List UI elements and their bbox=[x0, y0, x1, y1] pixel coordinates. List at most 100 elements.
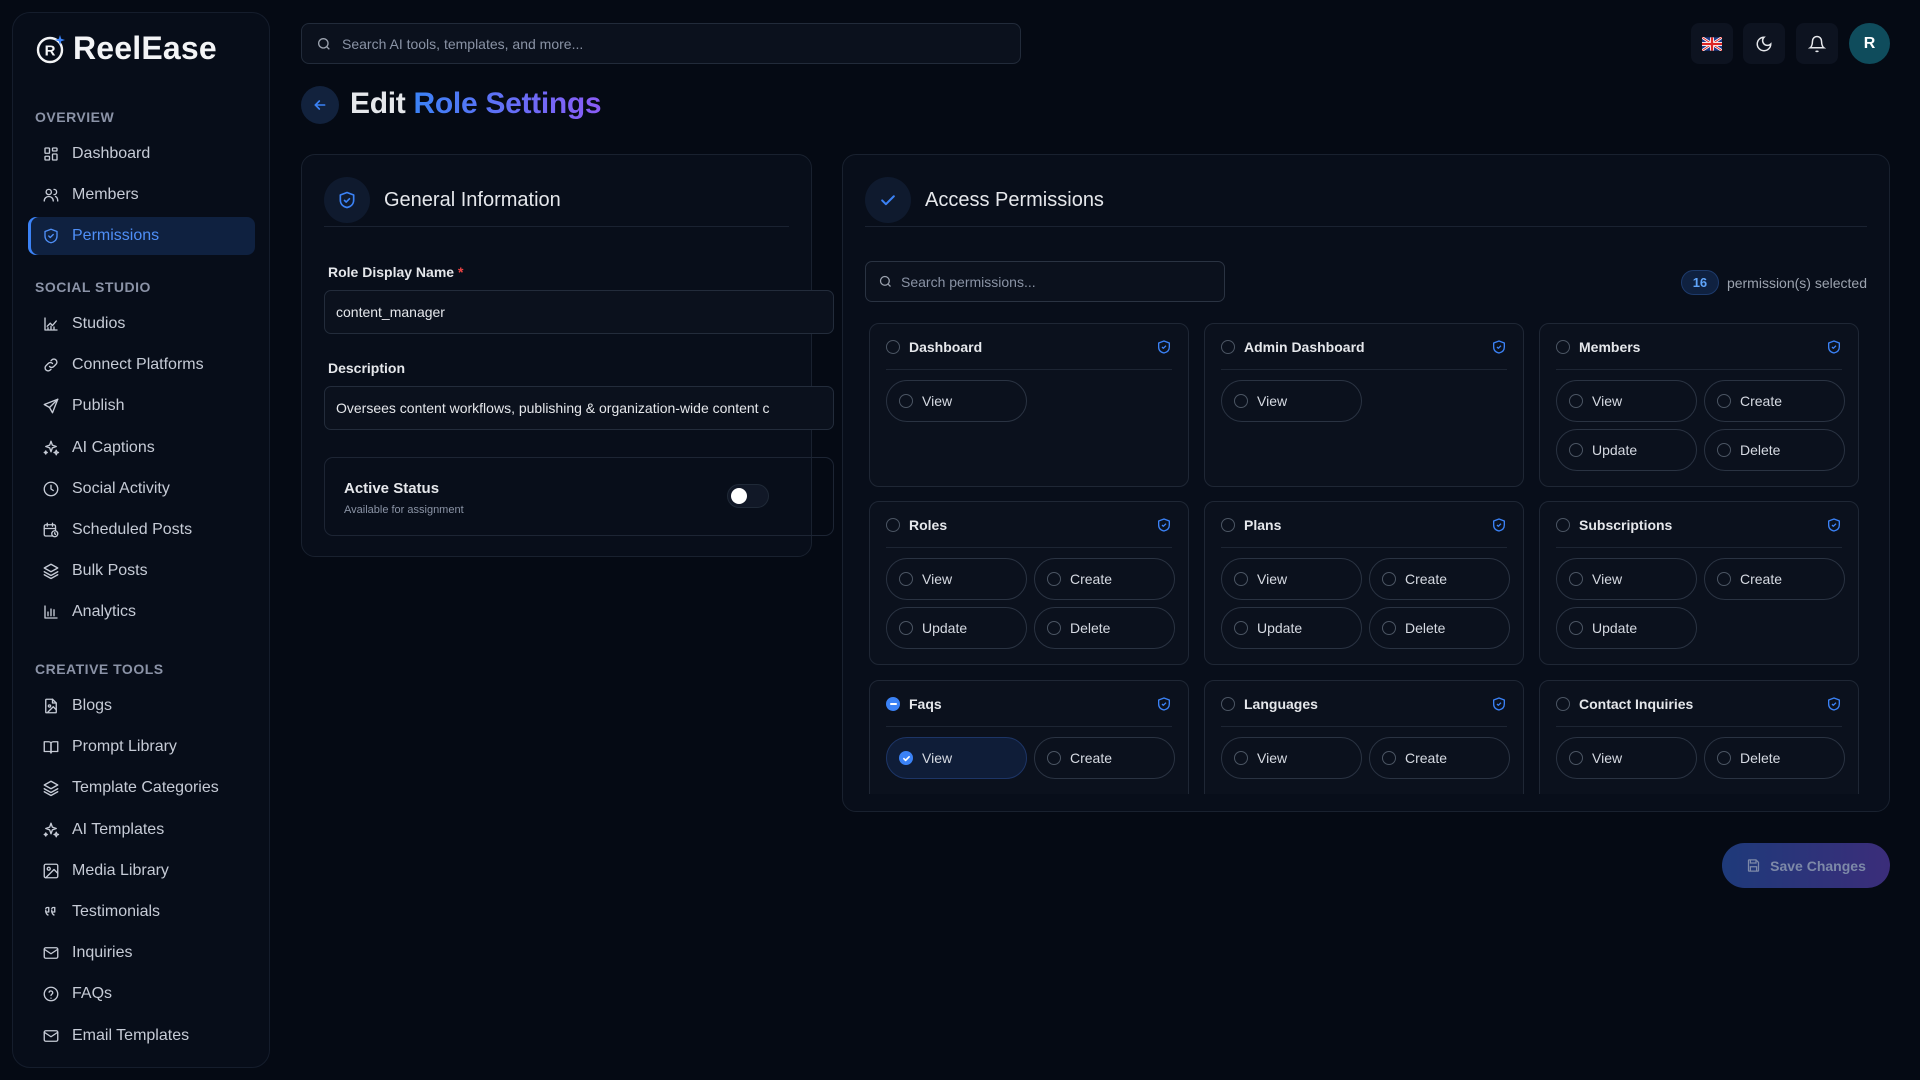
permission-delete-toggle[interactable]: Delete bbox=[1704, 737, 1845, 779]
permission-view-toggle[interactable]: View bbox=[1221, 737, 1362, 779]
layers-icon bbox=[43, 780, 59, 797]
sidebar-item-connect-platforms[interactable]: Connect Platforms bbox=[28, 346, 255, 384]
permission-delete-toggle[interactable]: Delete bbox=[1369, 607, 1510, 649]
book-icon bbox=[43, 741, 59, 754]
shield-check-icon bbox=[1158, 517, 1170, 532]
permissions-search[interactable] bbox=[865, 261, 1225, 302]
save-changes-label: Save Changes bbox=[1770, 857, 1866, 874]
global-search[interactable] bbox=[301, 23, 1021, 64]
sidebar-item-publish[interactable]: Publish bbox=[28, 387, 255, 425]
permission-module-contact-inquiries: Contact Inquiries View Delete bbox=[1539, 680, 1859, 794]
sidebar-item-email-templates[interactable]: Email Templates bbox=[28, 1017, 255, 1055]
permission-view-toggle[interactable]: View bbox=[1556, 380, 1697, 422]
sidebar-item-social-activity[interactable]: Social Activity bbox=[28, 470, 255, 508]
module-select-all-checkbox[interactable] bbox=[1221, 517, 1235, 532]
permission-update-toggle[interactable]: Update bbox=[1221, 607, 1362, 649]
sidebar-item-label: FAQs bbox=[72, 985, 113, 1002]
permission-view-toggle[interactable]: View bbox=[1556, 737, 1697, 779]
permission-module-plans: Plans View Create Update Delete bbox=[1204, 501, 1524, 665]
sidebar-section-title: SOCIAL STUDIO bbox=[35, 279, 151, 295]
permission-delete-toggle[interactable]: Delete bbox=[1704, 429, 1845, 471]
sidebar-item-bulk-posts[interactable]: Bulk Posts bbox=[28, 552, 255, 590]
active-status-toggle[interactable] bbox=[727, 484, 769, 508]
permission-checkbox bbox=[1717, 572, 1731, 586]
role-name-input[interactable]: content_manager bbox=[324, 290, 834, 334]
permission-label: Update bbox=[1257, 620, 1303, 636]
permission-view-toggle[interactable]: View bbox=[1221, 558, 1362, 600]
brand-name: ReelEase bbox=[73, 30, 217, 66]
selected-count-label: permission(s) selected bbox=[1726, 274, 1867, 291]
sidebar-item-blogs[interactable]: Blogs bbox=[28, 687, 255, 725]
active-status-title: Active Status bbox=[344, 480, 440, 497]
save-changes-button[interactable]: Save Changes bbox=[1722, 843, 1890, 888]
permission-create-toggle[interactable]: Create bbox=[1369, 558, 1510, 600]
sidebar-item-prompt-library[interactable]: Prompt Library bbox=[28, 728, 255, 766]
user-avatar[interactable]: R bbox=[1849, 23, 1890, 64]
language-button[interactable] bbox=[1691, 23, 1733, 64]
permission-create-toggle[interactable]: Create bbox=[1369, 737, 1510, 779]
permission-view-toggle[interactable]: View bbox=[886, 737, 1027, 779]
shield-icon bbox=[44, 228, 58, 244]
permission-create-toggle[interactable]: Create bbox=[1034, 558, 1175, 600]
module-select-all-checkbox[interactable] bbox=[1556, 339, 1570, 354]
permission-checkbox bbox=[1717, 751, 1731, 765]
sidebar-item-permissions[interactable]: Permissions bbox=[28, 217, 255, 255]
notifications-button[interactable] bbox=[1796, 23, 1838, 64]
theme-toggle-button[interactable] bbox=[1743, 23, 1785, 64]
bar-chart-icon bbox=[44, 605, 58, 619]
description-input[interactable]: Oversees content workflows, publishing &… bbox=[324, 386, 834, 430]
sidebar-item-label: Publish bbox=[72, 397, 125, 414]
brand-logo[interactable]: R ReelEase bbox=[35, 30, 217, 67]
permission-view-toggle[interactable]: View bbox=[886, 558, 1027, 600]
layers-icon bbox=[43, 563, 59, 580]
link-icon bbox=[44, 358, 58, 372]
sidebar-item-dashboard[interactable]: Dashboard bbox=[28, 135, 255, 173]
module-select-all-checkbox[interactable] bbox=[1221, 696, 1235, 711]
calendar-clock-icon bbox=[43, 522, 59, 538]
sidebar-item-testimonials[interactable]: Testimonials bbox=[28, 893, 255, 931]
sidebar-item-media-library[interactable]: Media Library bbox=[28, 852, 255, 890]
sidebar-item-analytics[interactable]: Analytics bbox=[28, 593, 255, 631]
module-select-all-checkbox[interactable] bbox=[1556, 517, 1570, 532]
sidebar-item-watermark-settings[interactable]: Watermark Settings bbox=[28, 1058, 255, 1067]
sidebar-item-ai-captions[interactable]: AI Captions bbox=[28, 429, 255, 467]
permission-create-toggle[interactable]: Create bbox=[1704, 380, 1845, 422]
module-header: Languages bbox=[1221, 681, 1507, 727]
shield-check-icon bbox=[1158, 339, 1170, 354]
permission-checkbox bbox=[1569, 572, 1583, 586]
sidebar-item-studios[interactable]: Studios bbox=[28, 305, 255, 343]
users-icon bbox=[43, 188, 59, 202]
permission-update-toggle[interactable]: Update bbox=[1556, 607, 1697, 649]
permission-label: View bbox=[922, 393, 953, 409]
module-select-all-checkbox[interactable] bbox=[1221, 339, 1235, 354]
permission-checkbox bbox=[899, 394, 913, 408]
permission-label: View bbox=[1257, 393, 1288, 409]
sidebar-item-template-categories[interactable]: Template Categories bbox=[28, 769, 255, 807]
module-select-all-checkbox[interactable] bbox=[1556, 696, 1570, 711]
permission-view-toggle[interactable]: View bbox=[1221, 380, 1362, 422]
sidebar-item-label: Dashboard bbox=[72, 145, 151, 162]
permission-view-toggle[interactable]: View bbox=[1556, 558, 1697, 600]
permissions-search-input[interactable] bbox=[901, 273, 1221, 290]
sidebar-item-scheduled-posts[interactable]: Scheduled Posts bbox=[28, 511, 255, 549]
permission-delete-toggle[interactable]: Delete bbox=[1034, 607, 1175, 649]
module-select-all-checkbox[interactable] bbox=[886, 517, 900, 532]
sidebar-item-members[interactable]: Members bbox=[28, 176, 255, 214]
sidebar-item-inquiries[interactable]: Inquiries bbox=[28, 934, 255, 972]
permission-module-members: Members View Create Update Delete bbox=[1539, 323, 1859, 487]
sidebar-item-faqs[interactable]: FAQs bbox=[28, 975, 255, 1013]
sidebar-item-ai-templates[interactable]: AI Templates bbox=[28, 811, 255, 849]
role-name-label-text: Role Display Name bbox=[328, 264, 455, 280]
permission-update-toggle[interactable]: Update bbox=[1556, 429, 1697, 471]
bell-icon bbox=[1808, 35, 1826, 52]
permission-module-admin-dashboard: Admin Dashboard View bbox=[1204, 323, 1524, 487]
permission-create-toggle[interactable]: Create bbox=[1034, 737, 1175, 779]
permission-create-toggle[interactable]: Create bbox=[1704, 558, 1845, 600]
mail-icon bbox=[43, 1030, 59, 1042]
module-select-all-checkbox[interactable] bbox=[886, 696, 900, 711]
permission-update-toggle[interactable]: Update bbox=[886, 607, 1027, 649]
permission-view-toggle[interactable]: View bbox=[886, 380, 1027, 422]
global-search-input[interactable] bbox=[342, 35, 1002, 52]
module-select-all-checkbox[interactable] bbox=[886, 339, 900, 354]
back-button[interactable] bbox=[301, 86, 339, 124]
